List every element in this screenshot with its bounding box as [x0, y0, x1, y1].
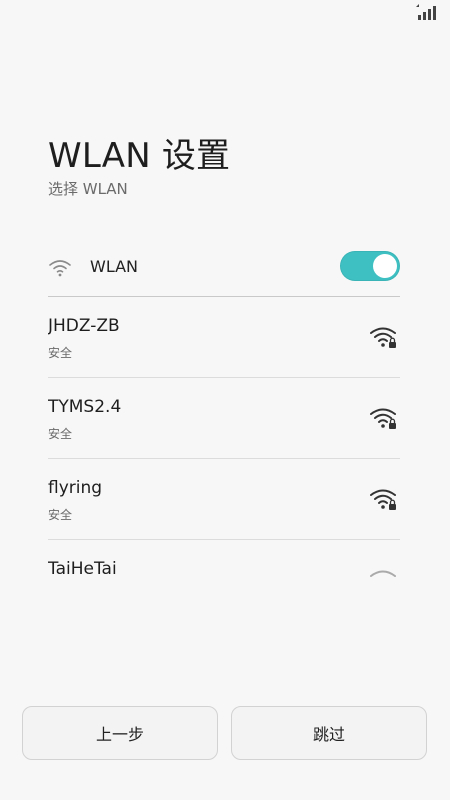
- network-name: flyring: [48, 478, 103, 498]
- network-item-flyring[interactable]: flyring 安全: [48, 459, 400, 540]
- wifi-icon: [49, 260, 71, 277]
- status-bar: [0, 0, 450, 24]
- network-item-tyms2-4[interactable]: TYMS2.4 安全: [48, 378, 400, 459]
- network-list[interactable]: JHDZ-ZB 安全 TYMS2.4 安全 flyring 安全 TaiHeTa…: [48, 297, 400, 580]
- wlan-toggle-row[interactable]: WLAN: [48, 244, 400, 297]
- wifi-lock-icon: [370, 489, 396, 510]
- network-security: 安全: [48, 508, 73, 522]
- page-title: WLAN 设置: [48, 136, 231, 176]
- switch-knob: [373, 254, 397, 278]
- network-name: TaiHeTai: [48, 559, 117, 579]
- wlan-label: WLAN: [90, 257, 139, 276]
- signal-strength-icon: [416, 4, 436, 20]
- network-security: 安全: [48, 427, 73, 441]
- network-name: JHDZ-ZB: [48, 316, 120, 336]
- page-subtitle: 选择 WLAN: [48, 180, 128, 198]
- wifi-icon: [370, 570, 396, 577]
- previous-step-button[interactable]: 上一步: [22, 706, 218, 760]
- network-name: TYMS2.4: [48, 397, 122, 417]
- wlan-switch[interactable]: [340, 251, 400, 281]
- network-item-taihetai[interactable]: TaiHeTai: [48, 540, 400, 580]
- network-security: 安全: [48, 346, 73, 360]
- network-item-jhdz-zb[interactable]: JHDZ-ZB 安全: [48, 297, 400, 378]
- skip-button[interactable]: 跳过: [231, 706, 427, 760]
- wifi-lock-icon: [370, 408, 396, 429]
- wifi-lock-icon: [370, 327, 396, 348]
